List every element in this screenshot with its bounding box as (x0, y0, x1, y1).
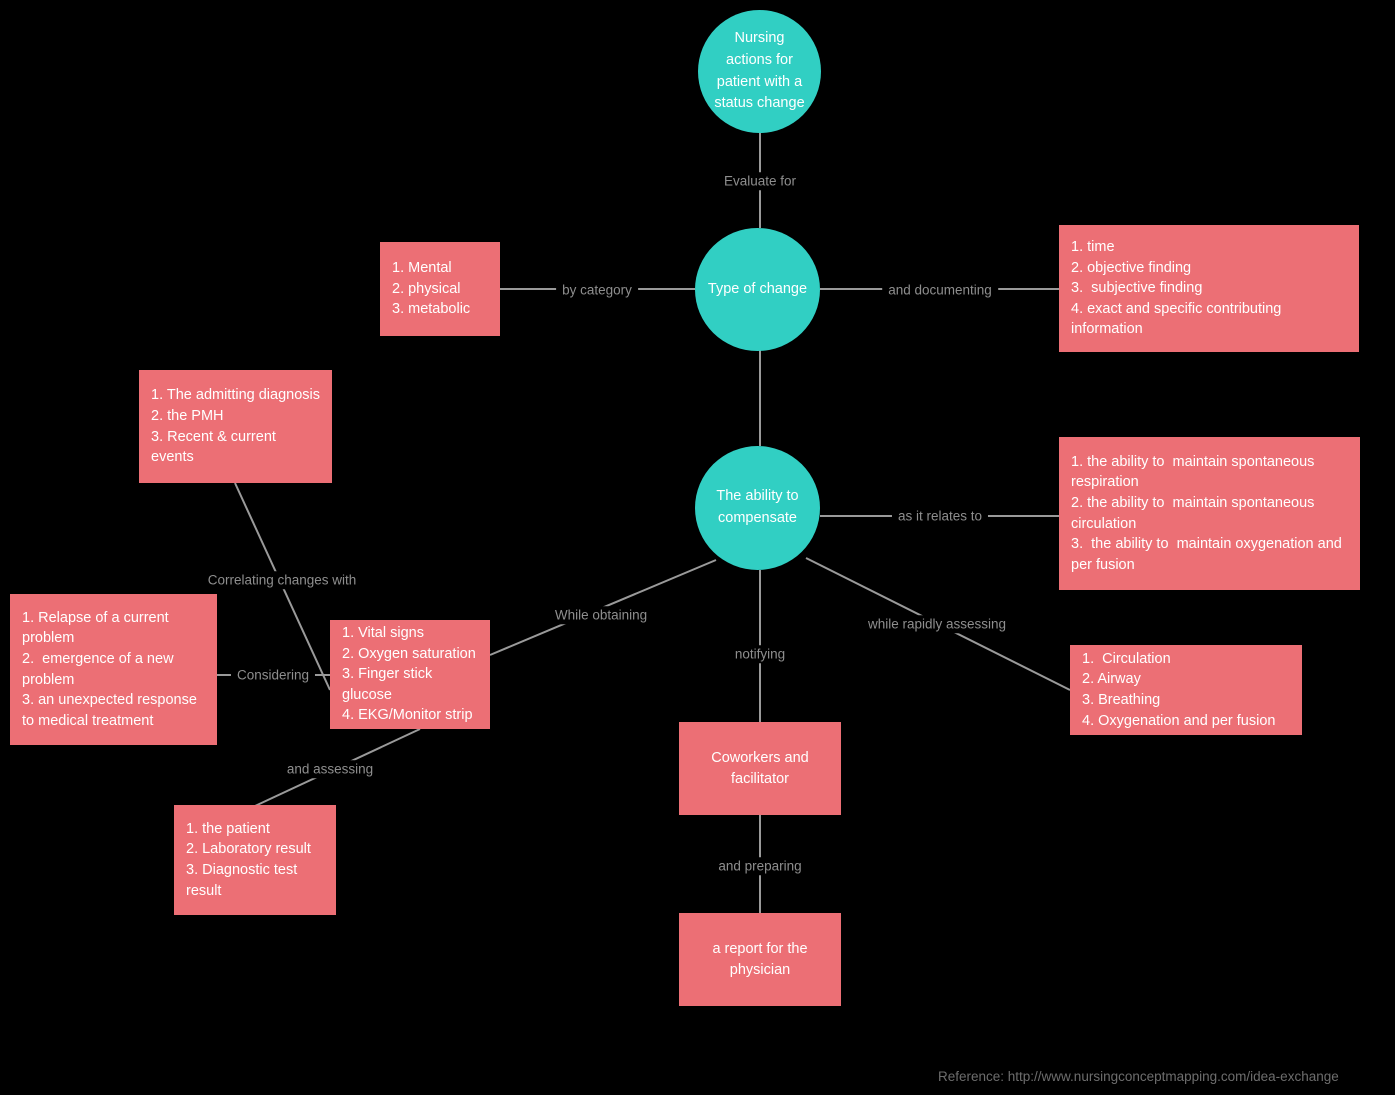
assessing-line-3: 3. Diagnostic test result (186, 862, 302, 899)
node-rapid-assess-box[interactable]: 1. Circulation 2. Airway 3. Breathing 4.… (1070, 645, 1302, 735)
considering-line-3: 3. an unexpected response to medical tre… (22, 692, 201, 729)
documenting-line-2: 2. objective finding (1071, 259, 1192, 276)
edge-label-considering: Considering (230, 666, 316, 684)
obtaining-line-4: 4. EKG/Monitor strip (342, 707, 473, 724)
node-obtaining-box[interactable]: 1. Vital signs 2. Oxygen saturation 3. F… (330, 620, 490, 729)
node-coworkers-box[interactable]: Coworkers and facilitator (679, 722, 841, 815)
edge-label-notifying: notifying (728, 645, 792, 663)
relates-line-3: 3. the ability to maintain oxygenation a… (1071, 536, 1346, 573)
node-ability-to-compensate[interactable]: The ability to compensate (695, 446, 820, 570)
node-report-label: a report for the physician (712, 940, 808, 978)
rapid-line-4: 4. Oxygenation and per fusion (1082, 712, 1276, 729)
edge-label-and-assessing: and assessing (280, 760, 380, 778)
obtaining-line-1: 1. Vital signs (342, 625, 424, 642)
rapid-line-3: 3. Breathing (1082, 692, 1161, 708)
node-history-box[interactable]: 1. The admitting diagnosis 2. the PMH 3.… (139, 370, 332, 483)
considering-line-1: 1. Relapse of a current problem (22, 609, 173, 647)
node-relates-to-box[interactable]: 1. the ability to maintain spontaneous r… (1059, 437, 1360, 590)
node-history-box-lines: 1. The admitting diagnosis 2. the PMH 3.… (151, 385, 320, 467)
documenting-line-4: 4. exact and specific contributing infor… (1071, 300, 1286, 338)
node-coworkers-label: Coworkers and facilitator (711, 749, 809, 787)
reference-footer: Reference: http://www.nursingconceptmapp… (938, 1069, 1339, 1084)
node-rapid-assess-box-lines: 1. Circulation 2. Airway 3. Breathing 4.… (1082, 649, 1290, 731)
edge-label-while-rapidly-assessing: while rapidly assessing (861, 615, 1013, 633)
node-assessing-box[interactable]: 1. the patient 2. Laboratory result 3. D… (174, 805, 336, 915)
history-line-3: 3. Recent & current events (151, 428, 280, 466)
node-category-box[interactable]: 1. Mental 2. physical 3. metabolic (380, 242, 500, 336)
obtaining-line-2: 2. Oxygen saturation (342, 645, 476, 662)
category-line-1: 1. Mental (392, 260, 452, 277)
node-root-nursing-actions[interactable]: Nursing actions for patient with a statu… (698, 10, 821, 133)
documenting-line-1: 1. time (1071, 239, 1115, 256)
node-considering-box-lines: 1. Relapse of a current problem 2. emerg… (22, 608, 205, 731)
node-documenting-box[interactable]: 1. time 2. objective finding 3. subjecti… (1059, 225, 1359, 352)
relates-line-1: 1. the ability to maintain spontaneous r… (1071, 453, 1319, 491)
node-ability-to-compensate-label: The ability to compensate (716, 488, 799, 526)
edge-label-by-category: by category (556, 281, 638, 299)
edge-label-correlating-changes-with: Correlating changes with (201, 571, 363, 589)
relates-line-2: 2. the ability to maintain spontaneous c… (1071, 494, 1319, 532)
node-relates-to-box-lines: 1. the ability to maintain spontaneous r… (1071, 452, 1348, 575)
edge-label-while-obtaining: While obtaining (548, 606, 654, 624)
history-line-2: 2. the PMH (151, 407, 224, 424)
obtaining-line-3: 3. Finger stick glucose (342, 666, 437, 703)
node-category-box-lines: 1. Mental 2. physical 3. metabolic (392, 258, 488, 320)
node-report-box[interactable]: a report for the physician (679, 913, 841, 1006)
node-type-of-change[interactable]: Type of change (695, 228, 820, 351)
rapid-line-2: 2. Airway (1082, 671, 1141, 688)
edge-label-as-it-relates-to: as it relates to (891, 507, 989, 525)
history-line-1: 1. The admitting diagnosis (151, 387, 321, 404)
category-line-3: 3. metabolic (392, 301, 471, 318)
node-considering-box[interactable]: 1. Relapse of a current problem 2. emerg… (10, 594, 217, 745)
documenting-line-3: 3. subjective finding (1071, 280, 1203, 297)
rapid-line-1: 1. Circulation (1082, 650, 1171, 667)
concept-map-canvas: Nursing actions for patient with a statu… (0, 0, 1395, 1095)
node-type-of-change-label: Type of change (707, 280, 808, 297)
node-root-label: Nursing actions for patient with a statu… (714, 30, 805, 112)
node-assessing-box-lines: 1. the patient 2. Laboratory result 3. D… (186, 819, 324, 901)
assessing-line-1: 1. the patient (186, 820, 270, 837)
node-documenting-box-lines: 1. time 2. objective finding 3. subjecti… (1071, 237, 1347, 340)
edge-label-and-documenting: and documenting (882, 281, 998, 299)
considering-line-2: 2. emergence of a new problem (22, 650, 178, 688)
assessing-line-2: 2. Laboratory result (186, 841, 311, 858)
edge-label-and-preparing: and preparing (712, 857, 808, 875)
category-line-2: 2. physical (392, 280, 461, 297)
node-obtaining-box-lines: 1. Vital signs 2. Oxygen saturation 3. F… (342, 623, 478, 726)
edge-label-evaluate-for: Evaluate for (717, 172, 803, 190)
